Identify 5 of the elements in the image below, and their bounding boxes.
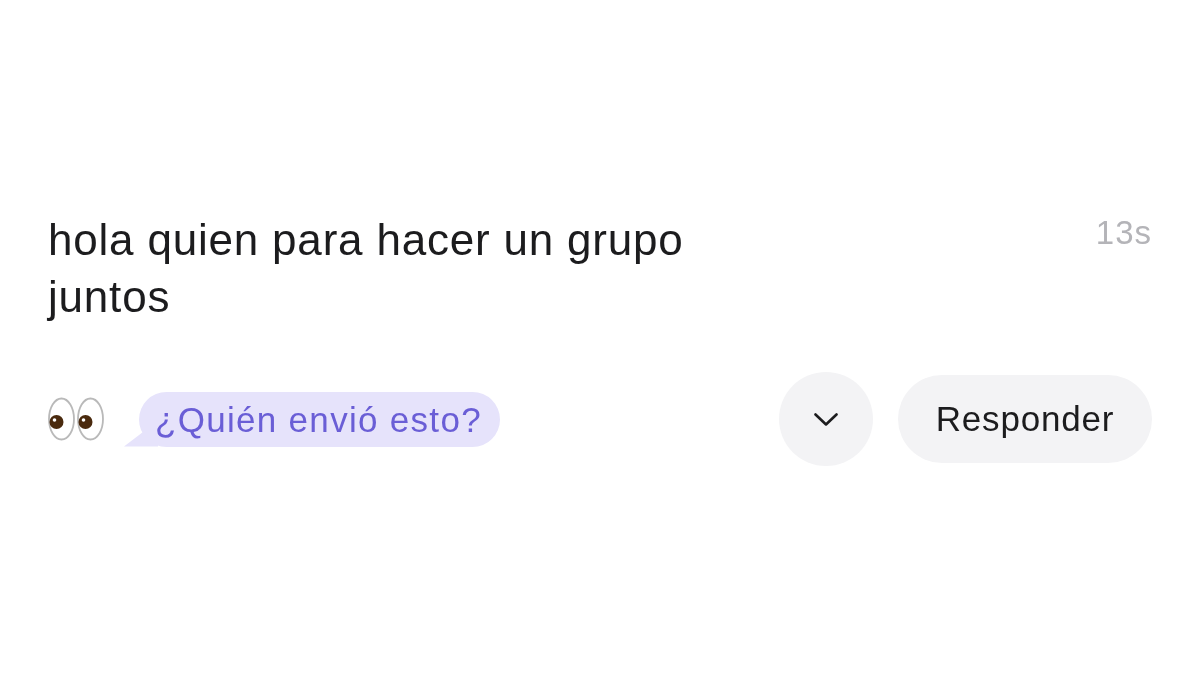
eyes-icon (48, 397, 104, 441)
timestamp: 13s (1095, 214, 1152, 252)
chevron-down-icon (814, 412, 838, 426)
message-text: hola quien para hacer un grupo juntos (48, 214, 685, 323)
reply-button[interactable]: Responder (898, 375, 1152, 463)
